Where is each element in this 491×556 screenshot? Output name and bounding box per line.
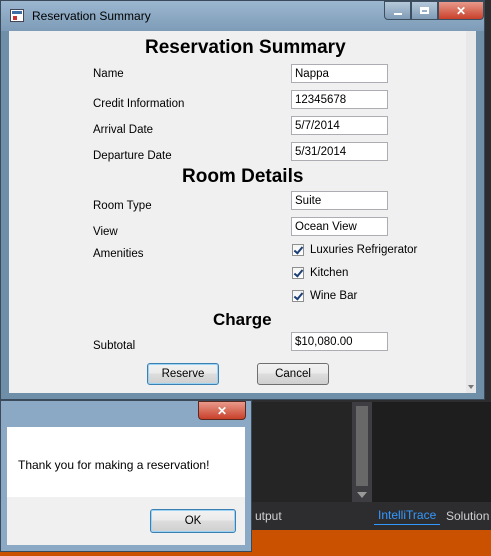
minimize-button[interactable] bbox=[384, 1, 411, 20]
minimize-icon bbox=[393, 12, 402, 15]
dialog-client-area: Thank you for making a reservation! OK bbox=[7, 427, 245, 545]
checkbox-kitchen[interactable] bbox=[292, 267, 304, 279]
subtotal-field[interactable]: $10,080.00 bbox=[291, 332, 388, 351]
dialog-message-area: Thank you for making a reservation! bbox=[7, 427, 245, 497]
ide-scroll-thumb[interactable] bbox=[356, 406, 368, 486]
close-icon: ✕ bbox=[216, 403, 228, 418]
credit-label: Credit Information bbox=[93, 98, 185, 110]
subtotal-label: Subtotal bbox=[93, 340, 136, 352]
window-titlebar[interactable]: Reservation Summary ✕ bbox=[1, 1, 484, 31]
scroll-down-arrow-icon[interactable] bbox=[357, 492, 367, 498]
app-icon[interactable] bbox=[10, 9, 24, 22]
name-field[interactable]: Nappa bbox=[291, 64, 388, 83]
dialog-close-button[interactable]: ✕ bbox=[198, 401, 246, 420]
close-icon: ✕ bbox=[455, 3, 467, 18]
reservation-summary-window: Reservation Summary ✕ Reservation Summar… bbox=[0, 0, 485, 400]
ide-scrollbar[interactable] bbox=[352, 402, 372, 502]
amenity-label: Luxuries Refrigerator bbox=[310, 244, 418, 256]
amenity-wine-bar[interactable]: Wine Bar bbox=[292, 290, 357, 302]
room-type-label: Room Type bbox=[93, 200, 152, 212]
ok-button[interactable]: OK bbox=[150, 509, 236, 533]
amenity-label: Kitchen bbox=[310, 267, 349, 279]
room-type-field[interactable]: Suite bbox=[291, 191, 388, 210]
view-field[interactable]: Ocean View bbox=[291, 217, 388, 236]
credit-field[interactable]: 12345678 bbox=[291, 90, 388, 109]
form-scrollbar[interactable] bbox=[466, 31, 476, 393]
arrival-field[interactable]: 5/7/2014 bbox=[291, 116, 388, 135]
maximize-button[interactable] bbox=[411, 1, 438, 20]
charge-heading: Charge bbox=[213, 310, 272, 329]
dialog-message: Thank you for making a reservation! bbox=[18, 458, 210, 472]
amenity-kitchen[interactable]: Kitchen bbox=[292, 267, 348, 279]
departure-field[interactable]: 5/31/2014 bbox=[291, 142, 388, 161]
checkbox-luxuries-refrigerator[interactable] bbox=[292, 244, 304, 256]
tab-output[interactable]: utput bbox=[255, 509, 282, 523]
amenities-label: Amenities bbox=[93, 248, 144, 260]
ide-side-panel bbox=[372, 402, 491, 502]
room-details-heading: Room Details bbox=[182, 166, 304, 187]
confirmation-dialog: ✕ Thank you for making a reservation! OK bbox=[0, 400, 252, 552]
form-client-area: Reservation Summary Name Nappa Credit In… bbox=[9, 31, 476, 393]
view-label: View bbox=[93, 226, 118, 238]
ide-editor-panel bbox=[248, 402, 352, 502]
maximize-icon bbox=[420, 7, 429, 14]
form-heading: Reservation Summary bbox=[145, 37, 346, 58]
tab-solution[interactable]: Solution bbox=[446, 509, 489, 523]
amenity-luxuries-refrigerator[interactable]: Luxuries Refrigerator bbox=[292, 244, 417, 256]
name-label: Name bbox=[93, 68, 124, 80]
arrival-label: Arrival Date bbox=[93, 124, 154, 136]
close-button[interactable]: ✕ bbox=[438, 1, 484, 20]
window-title: Reservation Summary bbox=[32, 9, 151, 23]
tab-intellitrace[interactable]: IntelliTrace bbox=[374, 506, 441, 525]
amenity-label: Wine Bar bbox=[310, 290, 358, 302]
scroll-down-icon[interactable] bbox=[468, 385, 474, 389]
window-controls: ✕ bbox=[384, 1, 484, 21]
reserve-button[interactable]: Reserve bbox=[147, 363, 219, 385]
checkbox-wine-bar[interactable] bbox=[292, 290, 304, 302]
departure-label: Departure Date bbox=[93, 150, 172, 162]
cancel-button[interactable]: Cancel bbox=[257, 363, 329, 385]
